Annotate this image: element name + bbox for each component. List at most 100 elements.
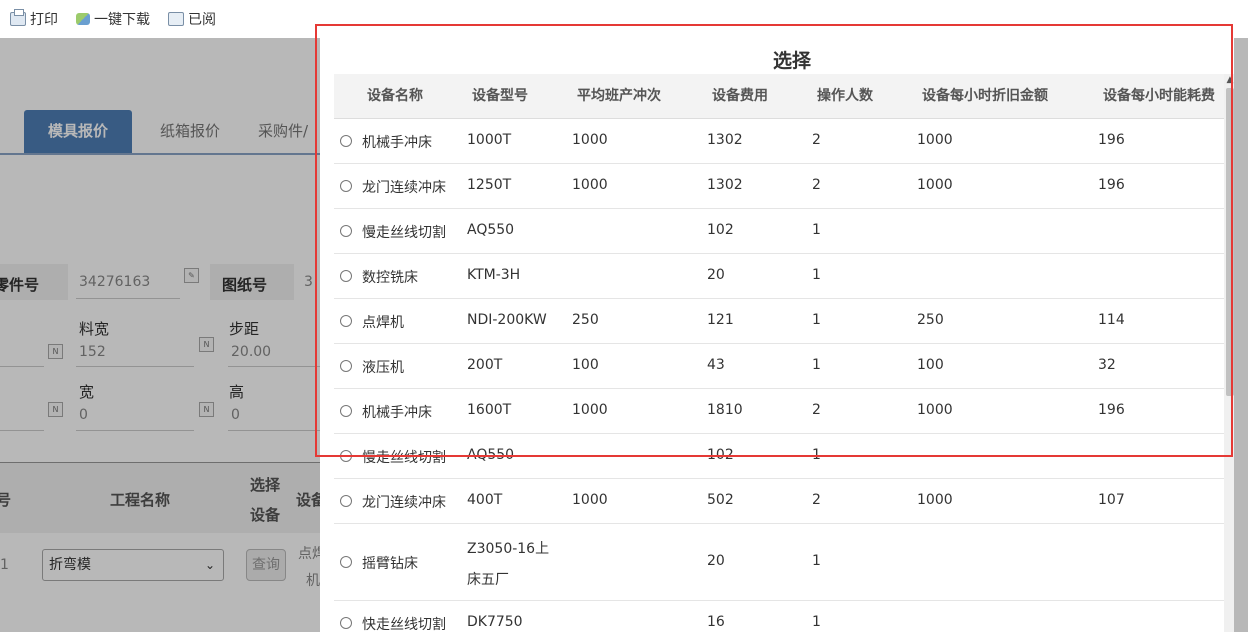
cell-hourly-depreciation: 1000 bbox=[917, 177, 953, 193]
row-select-radio[interactable] bbox=[340, 617, 352, 629]
cell-avg-shift-strokes: 1000 bbox=[572, 132, 608, 148]
th-hourly-depreciation: 设备每小时折旧金额 bbox=[922, 88, 1048, 104]
row-select-radio[interactable] bbox=[340, 135, 352, 147]
cell-hourly-depreciation: 250 bbox=[917, 312, 944, 328]
cell-equipment-cost: 43 bbox=[707, 357, 725, 373]
cell-equipment-model: 400T bbox=[467, 492, 503, 508]
cell-hourly-energy-cost: 107 bbox=[1098, 492, 1125, 508]
cell-equipment-cost: 1302 bbox=[707, 132, 743, 148]
cell-equipment-model: 1600T bbox=[467, 402, 512, 418]
scrollbar-thumb[interactable] bbox=[1226, 88, 1234, 396]
cell-operator-count: 1 bbox=[812, 614, 821, 630]
cell-equipment-name: 液压机 bbox=[362, 360, 404, 376]
cell-hourly-depreciation: 1000 bbox=[917, 402, 953, 418]
cell-operator-count: 1 bbox=[812, 553, 821, 569]
cell-avg-shift-strokes: 250 bbox=[572, 312, 599, 328]
cell-hourly-energy-cost: 196 bbox=[1098, 402, 1125, 418]
th-equipment-model: 设备型号 bbox=[472, 88, 528, 104]
cell-equipment-name: 摇臂钻床 bbox=[362, 556, 418, 572]
cell-equipment-cost: 121 bbox=[707, 312, 734, 328]
th-avg-shift-strokes: 平均班产冲次 bbox=[577, 88, 661, 104]
cell-equipment-model: AQ550 bbox=[467, 447, 515, 463]
cell-hourly-energy-cost: 196 bbox=[1098, 177, 1125, 193]
equipment-select-dialog: 选择 设备名称 设备型号 平均班产冲次 设备费用 操作人数 设备每小时折旧金额 … bbox=[320, 26, 1234, 632]
table-row[interactable]: 慢走丝线切割 AQ550 102 1 bbox=[334, 209, 1224, 254]
mark-read-button[interactable]: 已阅 bbox=[168, 9, 216, 29]
cell-equipment-model: DK7750 bbox=[467, 614, 523, 630]
cell-hourly-depreciation: 1000 bbox=[917, 492, 953, 508]
cell-avg-shift-strokes: 1000 bbox=[572, 492, 608, 508]
cell-equipment-cost: 102 bbox=[707, 222, 734, 238]
cell-hourly-energy-cost: 196 bbox=[1098, 132, 1125, 148]
cell-equipment-name: 快走丝线切割 bbox=[362, 617, 446, 632]
cell-equipment-name: 慢走丝线切割 bbox=[362, 225, 446, 241]
table-row[interactable]: 液压机 200T 100 43 1 100 32 bbox=[334, 344, 1224, 389]
cell-hourly-energy-cost: 32 bbox=[1098, 357, 1116, 373]
equipment-table: 设备名称 设备型号 平均班产冲次 设备费用 操作人数 设备每小时折旧金额 设备每… bbox=[334, 74, 1224, 632]
th-equipment-name: 设备名称 bbox=[367, 88, 423, 104]
cell-operator-count: 1 bbox=[812, 447, 821, 463]
cell-equipment-model: NDI-200KW bbox=[467, 312, 547, 328]
cell-equipment-cost: 502 bbox=[707, 492, 734, 508]
cell-equipment-name: 数控铣床 bbox=[362, 270, 418, 286]
cell-equipment-cost: 1810 bbox=[707, 402, 743, 418]
table-row[interactable]: 慢走丝线切割 AQ550 102 1 bbox=[334, 434, 1224, 479]
cell-equipment-model: 1000T bbox=[467, 132, 512, 148]
cell-equipment-name: 慢走丝线切割 bbox=[362, 450, 446, 466]
table-row[interactable]: 龙门连续冲床 400T 1000 502 2 1000 107 bbox=[334, 479, 1224, 524]
row-select-radio[interactable] bbox=[340, 360, 352, 372]
cell-equipment-model: AQ550 bbox=[467, 222, 515, 238]
cell-equipment-cost: 20 bbox=[707, 553, 725, 569]
one-click-download-button[interactable]: 一键下载 bbox=[76, 9, 150, 29]
dialog-title: 选择 bbox=[772, 50, 811, 72]
read-icon bbox=[168, 12, 184, 26]
table-row[interactable]: 点焊机 NDI-200KW 250 121 1 250 114 bbox=[334, 299, 1224, 344]
printer-icon bbox=[10, 9, 26, 26]
row-select-radio[interactable] bbox=[340, 180, 352, 192]
th-operator-count: 操作人数 bbox=[817, 88, 873, 104]
cell-avg-shift-strokes: 1000 bbox=[572, 177, 608, 193]
table-scrollbar[interactable]: ▲ bbox=[1224, 74, 1234, 632]
table-row[interactable]: 快走丝线切割 DK7750 16 1 bbox=[334, 601, 1224, 632]
cell-equipment-model: 1250T bbox=[467, 177, 512, 193]
cell-hourly-energy-cost: 114 bbox=[1098, 312, 1125, 328]
th-hourly-energy-cost: 设备每小时能耗费 bbox=[1103, 88, 1215, 104]
cell-equipment-name: 机械手冲床 bbox=[362, 135, 432, 151]
print-button[interactable]: 打印 bbox=[10, 9, 58, 29]
cell-equipment-model: KTM-3H bbox=[467, 267, 521, 283]
table-row[interactable]: 龙门连续冲床 1250T 1000 1302 2 1000 196 bbox=[334, 164, 1224, 209]
row-select-radio[interactable] bbox=[340, 495, 352, 507]
scroll-up-icon[interactable]: ▲ bbox=[1225, 74, 1234, 86]
cell-equipment-cost: 1302 bbox=[707, 177, 743, 193]
cell-equipment-model-line2: 床五厂 bbox=[467, 572, 509, 588]
row-select-radio[interactable] bbox=[340, 315, 352, 327]
cell-operator-count: 1 bbox=[812, 312, 821, 328]
row-select-radio[interactable] bbox=[340, 405, 352, 417]
cell-operator-count: 1 bbox=[812, 222, 821, 238]
cell-operator-count: 2 bbox=[812, 132, 821, 148]
row-select-radio[interactable] bbox=[340, 225, 352, 237]
table-header-row: 设备名称 设备型号 平均班产冲次 设备费用 操作人数 设备每小时折旧金额 设备每… bbox=[334, 74, 1224, 119]
cell-operator-count: 2 bbox=[812, 177, 821, 193]
row-select-radio[interactable] bbox=[340, 450, 352, 462]
cell-equipment-cost: 16 bbox=[707, 614, 725, 630]
row-select-radio[interactable] bbox=[340, 556, 352, 568]
cell-operator-count: 1 bbox=[812, 357, 821, 373]
download-label: 一键下载 bbox=[94, 12, 150, 28]
row-select-radio[interactable] bbox=[340, 270, 352, 282]
table-row[interactable]: 机械手冲床 1600T 1000 1810 2 1000 196 bbox=[334, 389, 1224, 434]
table-row[interactable]: 机械手冲床 1000T 1000 1302 2 1000 196 bbox=[334, 119, 1224, 164]
print-label: 打印 bbox=[30, 12, 58, 28]
table-row[interactable]: 数控铣床 KTM-3H 20 1 bbox=[334, 254, 1224, 299]
cell-equipment-name: 点焊机 bbox=[362, 315, 404, 331]
download-icon bbox=[76, 13, 90, 25]
cell-equipment-cost: 20 bbox=[707, 267, 725, 283]
cell-operator-count: 1 bbox=[812, 267, 821, 283]
cell-equipment-model: 200T bbox=[467, 357, 503, 373]
read-label: 已阅 bbox=[188, 12, 216, 28]
cell-equipment-name: 龙门连续冲床 bbox=[362, 180, 446, 196]
table-row[interactable]: 摇臂钻床 Z3050-16上 20 1 床五厂 bbox=[334, 524, 1224, 601]
cell-hourly-depreciation: 1000 bbox=[917, 132, 953, 148]
cell-hourly-depreciation: 100 bbox=[917, 357, 944, 373]
cell-equipment-cost: 102 bbox=[707, 447, 734, 463]
